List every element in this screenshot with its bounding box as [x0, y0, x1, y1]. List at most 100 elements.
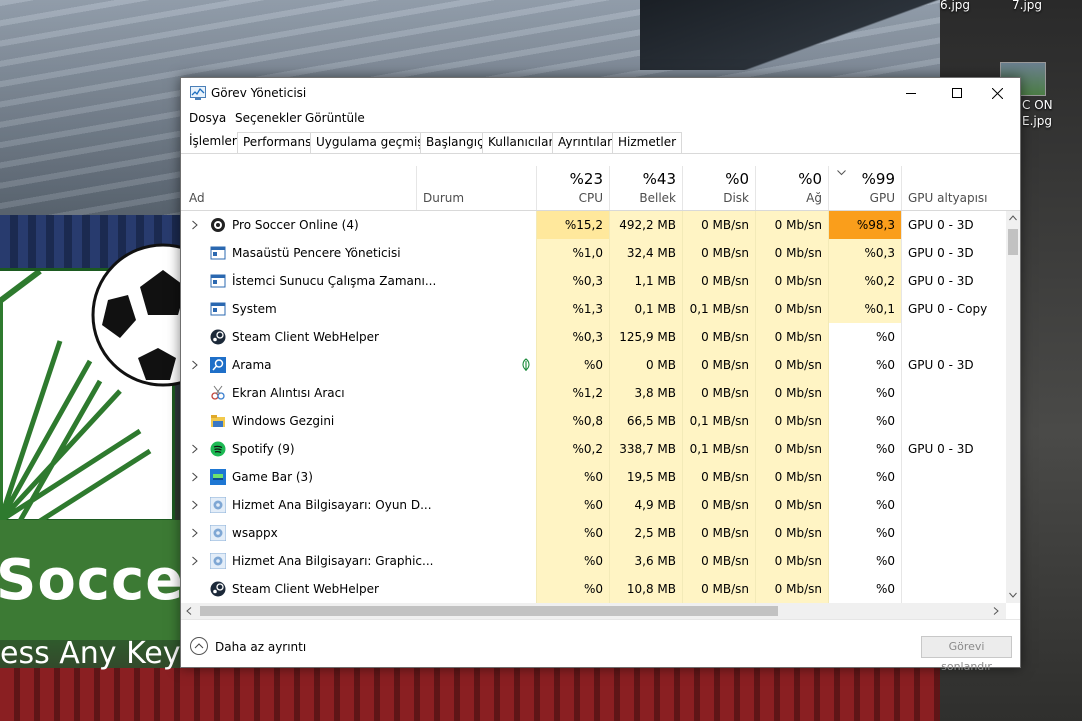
column-gpu-engine[interactable]: GPU altyapısı [901, 166, 1020, 210]
table-row[interactable]: İstemci Sunucu Çalışma Zamanı... %0,3 1,1 … [181, 267, 1006, 295]
memory-value: 66,5 MB [609, 407, 682, 435]
end-task-button[interactable]: Görevi sonlandır [921, 636, 1012, 673]
column-network[interactable]: %0 Ağ [755, 166, 828, 210]
expand-chevron-icon[interactable] [190, 219, 200, 231]
expand-chevron-icon[interactable] [190, 527, 200, 539]
menu-options[interactable]: Seçenekler [235, 111, 302, 125]
memory-value: 3,8 MB [609, 379, 682, 407]
column-memory[interactable]: %43 Bellek [609, 166, 682, 210]
desktop-file-label[interactable]: 7.jpg [1012, 0, 1042, 12]
desktop-file-label[interactable]: C ON [1022, 98, 1053, 112]
memory-value: 0,1 MB [609, 295, 682, 323]
table-row[interactable]: Game Bar (3) %0 19,5 MB 0 MB/sn 0 Mb/sn %0 [181, 463, 1006, 491]
horizontal-scroll-thumb[interactable] [200, 606, 778, 616]
table-row[interactable]: Hizmet Ana Bilgisayarı: Graphic... %0 3,6 … [181, 547, 1006, 575]
column-status[interactable]: Durum [416, 166, 536, 210]
gpu-engine-value [901, 547, 1006, 575]
close-icon [991, 87, 1003, 99]
disk-value: 0 MB/sn [682, 351, 755, 379]
tab-bar: İşlemler Performans Uygulama geçmişi Baş… [181, 130, 1020, 154]
window-app-icon [210, 302, 226, 316]
folder-icon [211, 415, 225, 427]
process-name: İstemci Sunucu Çalışma Zamanı... [232, 274, 437, 288]
memory-value: 19,5 MB [609, 463, 682, 491]
expand-chevron-icon[interactable] [190, 443, 200, 455]
gpu-engine-value: GPU 0 - 3D [901, 267, 1006, 295]
desktop-file-label[interactable]: E.jpg [1022, 114, 1052, 128]
stadium-red-stands [0, 668, 940, 721]
scroll-down-icon[interactable] [1009, 592, 1017, 598]
column-cpu[interactable]: %23 CPU [536, 166, 609, 210]
stadium-beam [640, 0, 940, 70]
table-row[interactable]: Masaüstü Pencere Yöneticisi %1,0 32,4 MB 0 … [181, 239, 1006, 267]
minimize-icon [906, 93, 916, 94]
gpu-engine-value [901, 407, 1006, 435]
desktop-file-label[interactable]: 6.jpg [940, 0, 970, 12]
tab-details[interactable]: Ayrıntılar [552, 132, 619, 153]
tab-users[interactable]: Kullanıcılar [482, 132, 560, 153]
memory-value: 32,4 MB [609, 239, 682, 267]
scroll-left-icon[interactable] [186, 607, 192, 615]
close-button[interactable] [974, 78, 1020, 108]
network-value: 0 Mb/sn [755, 575, 828, 603]
network-value: 0 Mb/sn [755, 435, 828, 463]
minimize-button[interactable] [888, 78, 934, 108]
gpu-value: %0 [828, 519, 901, 547]
menu-bar: Dosya Seçenekler Görüntüle [181, 108, 1020, 128]
table-row[interactable]: Hizmet Ana Bilgisayarı: Oyun D... %0 4,9 M… [181, 491, 1006, 519]
table-row[interactable]: System %1,3 0,1 MB 0,1 MB/sn 0 Mb/sn %0,1 GPU … [181, 295, 1006, 323]
vertical-scrollbar[interactable] [1006, 211, 1020, 603]
process-name: System [232, 302, 277, 316]
spotify-icon [210, 441, 226, 457]
gpu-engine-value [901, 491, 1006, 519]
column-disk[interactable]: %0 Disk [682, 166, 755, 210]
table-row[interactable]: Arama %0 0 MB 0 MB/sn 0 Mb/sn %0 GPU 0 - 3D [181, 351, 1006, 379]
gpu-engine-value: GPU 0 - 3D [901, 435, 1006, 463]
search-app-icon [210, 357, 226, 373]
process-list: Pro Soccer Online (4) %15,2 492,2 MB 0 MB/s… [181, 211, 1006, 603]
gpu-value: %0 [828, 575, 901, 603]
scroll-right-icon[interactable] [993, 607, 999, 615]
gpu-engine-value [901, 575, 1006, 603]
column-gpu[interactable]: %99 GPU [828, 166, 901, 210]
tab-performance[interactable]: Performans [237, 132, 318, 153]
tab-services[interactable]: Hizmetler [612, 132, 683, 153]
gear-icon [210, 525, 226, 541]
fewer-details-link[interactable]: Daha az ayrıntı [215, 640, 306, 654]
menu-file[interactable]: Dosya [189, 111, 226, 125]
horizontal-scrollbar[interactable] [181, 603, 1006, 619]
game-bar-icon [210, 469, 226, 485]
table-row[interactable]: Ekran Alıntısı Aracı %1,2 3,8 MB 0 MB/sn 0 M… [181, 379, 1006, 407]
disk-value: 0 MB/sn [682, 323, 755, 351]
menu-view[interactable]: Görüntüle [305, 111, 365, 125]
expand-chevron-icon[interactable] [190, 471, 200, 483]
expand-chevron-icon[interactable] [190, 359, 200, 371]
tab-startup[interactable]: Başlangıç [420, 132, 490, 153]
table-row[interactable]: Steam Client WebHelper %0 10,8 MB 0 MB/sn 0 … [181, 575, 1006, 603]
table-row[interactable]: Windows Gezgini %0,8 66,5 MB 0,1 MB/sn 0 Mb/… [181, 407, 1006, 435]
scroll-up-icon[interactable] [1009, 215, 1017, 221]
disk-value: 0 MB/sn [682, 211, 755, 239]
cpu-value: %0 [536, 575, 609, 603]
gpu-value: %0,3 [828, 239, 901, 267]
cpu-value: %0 [536, 547, 609, 575]
disk-value: 0 MB/sn [682, 239, 755, 267]
gpu-value: %0 [828, 351, 901, 379]
window-title: Görev Yöneticisi [211, 86, 307, 100]
table-row[interactable]: Steam Client WebHelper %0,3 125,9 MB 0 MB/s… [181, 323, 1006, 351]
network-value: 0 Mb/sn [755, 211, 828, 239]
tab-app-history[interactable]: Uygulama geçmişi [310, 132, 433, 153]
vertical-scroll-thumb[interactable] [1008, 229, 1018, 255]
process-name: wsappx [232, 526, 278, 540]
gpu-engine-value: GPU 0 - Copy [901, 295, 1006, 323]
network-value: 0 Mb/sn [755, 519, 828, 547]
collapse-details-icon[interactable] [190, 637, 208, 655]
column-name[interactable]: Ad [181, 166, 416, 210]
table-row[interactable]: wsappx %0 2,5 MB 0 MB/sn 0 Mb/sn %0 [181, 519, 1006, 547]
table-row[interactable]: Spotify (9) %0,2 338,7 MB 0,1 MB/sn 0 Mb/sn%… [181, 435, 1006, 463]
expand-chevron-icon[interactable] [190, 499, 200, 511]
tab-processes[interactable]: İşlemler [184, 132, 242, 153]
table-row[interactable]: Pro Soccer Online (4) %15,2 492,2 MB 0 MB/s… [181, 211, 1006, 239]
title-bar[interactable]: Görev Yöneticisi [181, 78, 1020, 108]
expand-chevron-icon[interactable] [190, 555, 200, 567]
